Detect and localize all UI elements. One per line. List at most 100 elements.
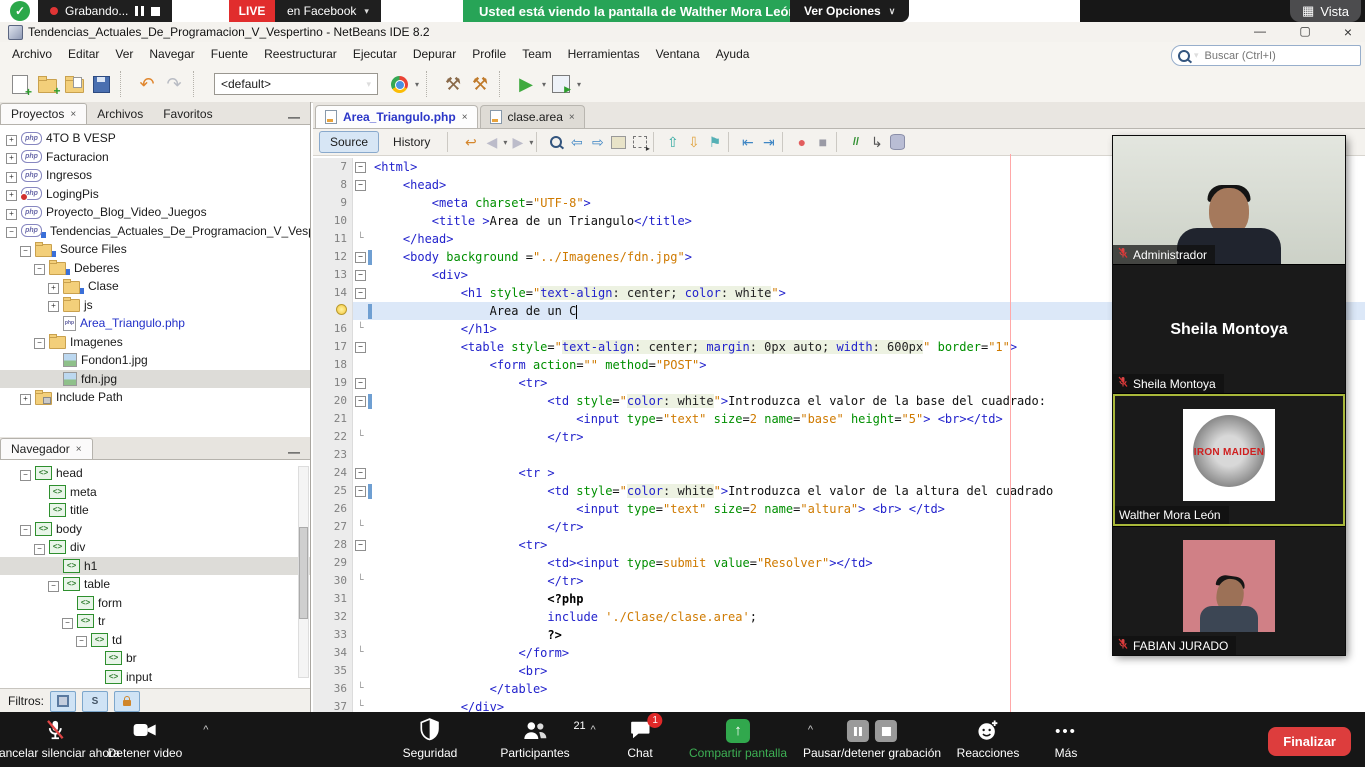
debug-icon[interactable] [549,72,573,96]
close-icon[interactable]: × [70,109,76,120]
find-selection-icon[interactable] [545,132,566,153]
reactions-button[interactable]: Reacciones [957,718,1020,760]
navigator-scrollbar[interactable] [298,466,309,678]
security-button[interactable]: Seguridad [403,718,458,760]
collapse-icon[interactable]: − [34,260,45,275]
stop-video-button[interactable]: ^Detener video [108,718,183,760]
expand-icon[interactable]: + [6,205,17,220]
fold-collapse-icon[interactable]: − [353,158,368,176]
comment-icon[interactable]: // [845,132,866,153]
navigator-tree[interactable]: −<>head<>meta<>title−<>body−<>div<>h1−<>… [0,460,310,688]
chat-button[interactable]: 1Chat [627,718,652,760]
minimize-button[interactable]: — [1245,24,1275,38]
project-config-combo[interactable]: <default>▾ [214,73,378,95]
filter-fields-button[interactable] [50,691,76,712]
expand-icon[interactable]: + [48,297,59,312]
filter-non-public-button[interactable] [114,691,140,712]
chevron-down-icon[interactable]: ▾ [415,80,419,89]
close-icon[interactable]: × [76,444,82,455]
tree-item-h1[interactable]: <>h1 [0,557,310,576]
new-file-icon[interactable] [8,72,32,96]
pause-recording-icon[interactable] [135,6,144,16]
tree-item-fdn-jpg[interactable]: fdn.jpg [0,370,310,389]
editor-tab-clase-area[interactable]: clase.area× [480,105,585,128]
tree-item-4to-b-vesp[interactable]: +php4TO B VESP [0,129,310,148]
menu-item-reestructurar[interactable]: Reestructurar [256,44,345,64]
tree-item-meta[interactable]: <>meta [0,483,310,502]
maximize-button[interactable]: ▢ [1290,24,1320,38]
editor-tab-area-triangulo-php[interactable]: Area_Triangulo.php× [315,105,478,128]
collapse-icon[interactable]: − [76,632,87,647]
chevron-up-icon[interactable]: ^ [203,724,208,736]
more-button[interactable]: •••Más [1055,718,1078,760]
participant-tile-administrador[interactable]: Administrador [1113,136,1345,264]
source-view-button[interactable]: Source [319,131,379,153]
unmute-button[interactable]: ^Cancelar silenciar ahora [0,718,120,760]
memory-icon[interactable] [887,132,908,153]
tree-item-input[interactable]: <>input [0,668,310,687]
tree-item-tr[interactable]: −<>tr [0,612,310,631]
tree-item-include-path[interactable]: +Include Path [0,388,310,407]
prev-occurrence-icon[interactable]: ⇦ [566,132,587,153]
chevron-down-icon[interactable]: ▾ [577,80,581,89]
tab-archivos[interactable]: Archivos [87,104,153,124]
collapse-icon[interactable]: − [6,223,17,238]
projects-tree[interactable]: +php4TO B VESP+phpFacturacion+phpIngreso… [0,125,310,437]
tree-item-deberes[interactable]: −Deberes [0,259,310,278]
pause-recording-icon[interactable] [847,720,869,742]
menu-item-herramientas[interactable]: Herramientas [560,44,648,64]
collapse-icon[interactable]: − [48,577,59,592]
expand-icon[interactable]: + [6,131,17,146]
back-icon[interactable]: ◀ [481,132,502,153]
vista-button[interactable]: ▦ Vista [1290,0,1361,22]
tree-item-clase[interactable]: +Clase [0,277,310,296]
filter-static-button[interactable]: S [82,691,108,712]
record-macro-icon[interactable]: ● [791,132,812,153]
minimize-panel-icon[interactable]: — [278,110,310,124]
redo-icon[interactable]: ↷ [162,72,186,96]
close-icon[interactable]: × [462,112,468,123]
recording-button[interactable]: Pausar/detener grabación [803,718,941,760]
prev-bookmark-icon[interactable]: ⇧ [662,132,683,153]
new-project-icon[interactable] [35,72,59,96]
menu-item-editar[interactable]: Editar [60,44,107,64]
menu-item-ventana[interactable]: Ventana [648,44,708,64]
fold-collapse-icon[interactable]: − [353,266,368,284]
browser-chrome-icon[interactable] [387,72,411,96]
tree-item-logingpis[interactable]: +phpLogingPis [0,185,310,204]
fold-collapse-icon[interactable]: − [353,464,368,482]
toggle-highlight-icon[interactable] [608,132,629,153]
jump-last-edit-icon[interactable]: ↩ [460,132,481,153]
toggle-bookmark-icon[interactable]: ⚑ [704,132,725,153]
fold-collapse-icon[interactable]: − [353,374,368,392]
tab-favoritos[interactable]: Favoritos [153,104,222,124]
stop-recording-icon[interactable] [875,720,897,742]
collapse-icon[interactable]: − [34,540,45,555]
chevron-down-icon[interactable]: ▾ [542,80,546,89]
tab-proyectos[interactable]: Proyectos× [0,103,87,124]
menu-item-profile[interactable]: Profile [464,44,514,64]
fold-collapse-icon[interactable]: − [353,248,368,266]
shift-left-icon[interactable]: ⇤ [737,132,758,153]
fold-collapse-icon[interactable]: − [353,338,368,356]
share-screen-button[interactable]: ↑^Compartir pantalla [689,718,787,760]
participant-tile-walther-mora-le-n[interactable]: IRON MAIDENWalther Mora León [1113,394,1345,526]
menu-item-ayuda[interactable]: Ayuda [708,44,758,64]
run-icon[interactable]: ▶ [514,72,538,96]
tree-item-proyecto-blog-video-juegos[interactable]: +phpProyecto_Blog_Video_Juegos [0,203,310,222]
tree-item-facturacion[interactable]: +phpFacturacion [0,148,310,167]
expand-icon[interactable]: + [6,168,17,183]
search-box[interactable]: ▾ [1171,45,1361,66]
tree-item-table[interactable]: −<>table [0,575,310,594]
menu-item-depurar[interactable]: Depurar [405,44,464,64]
chevron-down-icon[interactable]: ▾ [529,138,533,147]
search-input[interactable] [1203,49,1354,63]
collapse-icon[interactable]: − [20,466,31,481]
menu-item-ejecutar[interactable]: Ejecutar [345,44,405,64]
menu-item-navegar[interactable]: Navegar [141,44,202,64]
collapse-icon[interactable]: − [20,242,31,257]
history-view-button[interactable]: History [383,132,440,152]
stop-recording-icon[interactable] [151,7,160,16]
build-icon[interactable]: ⚒ [441,72,465,96]
tree-item-title[interactable]: <>title [0,501,310,520]
